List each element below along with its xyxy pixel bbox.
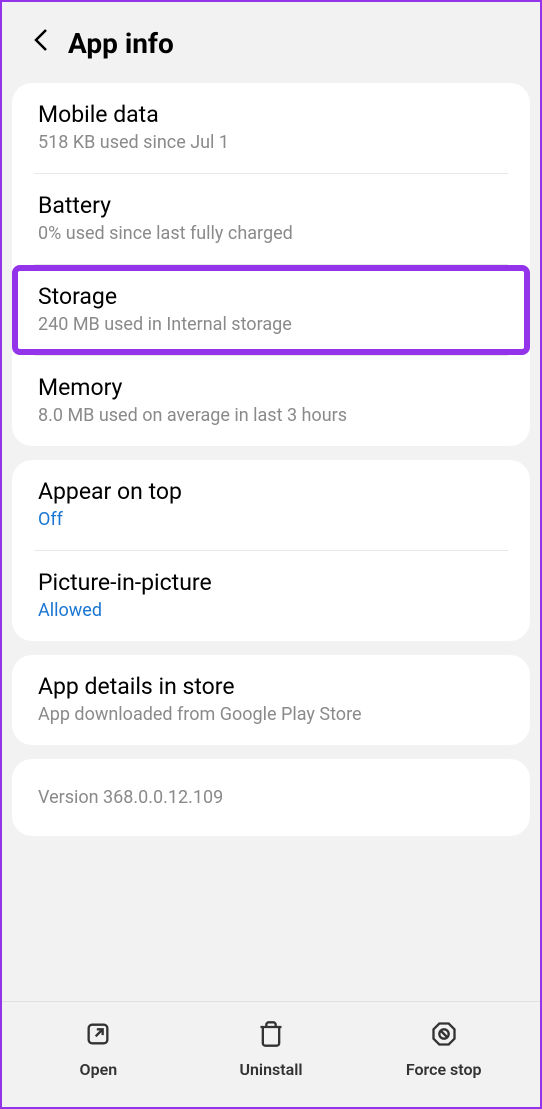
bottom-bar: Open Uninstall Force stop: [2, 1001, 540, 1107]
force-stop-button[interactable]: Force stop: [357, 1020, 530, 1079]
mobile-data-subtitle: 518 KB used since Jul 1: [38, 132, 504, 153]
mobile-data-row[interactable]: Mobile data 518 KB used since Jul 1: [12, 83, 530, 173]
uninstall-button[interactable]: Uninstall: [185, 1020, 358, 1079]
storage-row[interactable]: Storage 240 MB used in Internal storage: [12, 265, 530, 355]
storage-row-wrapper: Storage 240 MB used in Internal storage: [12, 265, 530, 355]
appear-on-top-row[interactable]: Appear on top Off: [12, 460, 530, 550]
back-icon[interactable]: [32, 26, 50, 61]
page-title: App info: [68, 27, 174, 60]
header: App info: [2, 2, 540, 83]
mobile-data-title: Mobile data: [38, 101, 504, 128]
appear-on-top-title: Appear on top: [38, 478, 504, 505]
trash-icon: [257, 1020, 285, 1052]
open-label: Open: [80, 1060, 118, 1079]
battery-title: Battery: [38, 192, 504, 219]
uninstall-label: Uninstall: [239, 1060, 302, 1079]
app-details-subtitle: App downloaded from Google Play Store: [38, 704, 504, 725]
memory-title: Memory: [38, 374, 504, 401]
storage-subtitle: 240 MB used in Internal storage: [38, 314, 504, 335]
overlay-card: Appear on top Off Picture-in-picture All…: [12, 460, 530, 641]
memory-subtitle: 8.0 MB used on average in last 3 hours: [38, 405, 504, 426]
open-icon: [84, 1020, 112, 1052]
open-button[interactable]: Open: [12, 1020, 185, 1079]
battery-subtitle: 0% used since last fully charged: [38, 223, 504, 244]
store-card: App details in store App downloaded from…: [12, 655, 530, 745]
version-card: Version 368.0.0.12.109: [12, 759, 530, 836]
stop-icon: [430, 1020, 458, 1052]
pip-row[interactable]: Picture-in-picture Allowed: [12, 551, 530, 641]
usage-card: Mobile data 518 KB used since Jul 1 Batt…: [12, 83, 530, 446]
force-stop-label: Force stop: [406, 1060, 482, 1079]
battery-row[interactable]: Battery 0% used since last fully charged: [12, 174, 530, 264]
pip-title: Picture-in-picture: [38, 569, 504, 596]
version-text: Version 368.0.0.12.109: [38, 787, 504, 808]
app-details-row[interactable]: App details in store App downloaded from…: [12, 655, 530, 745]
appear-on-top-value: Off: [38, 509, 504, 530]
app-details-title: App details in store: [38, 673, 504, 700]
storage-title: Storage: [38, 283, 504, 310]
memory-row[interactable]: Memory 8.0 MB used on average in last 3 …: [12, 356, 530, 446]
pip-value: Allowed: [38, 600, 504, 621]
